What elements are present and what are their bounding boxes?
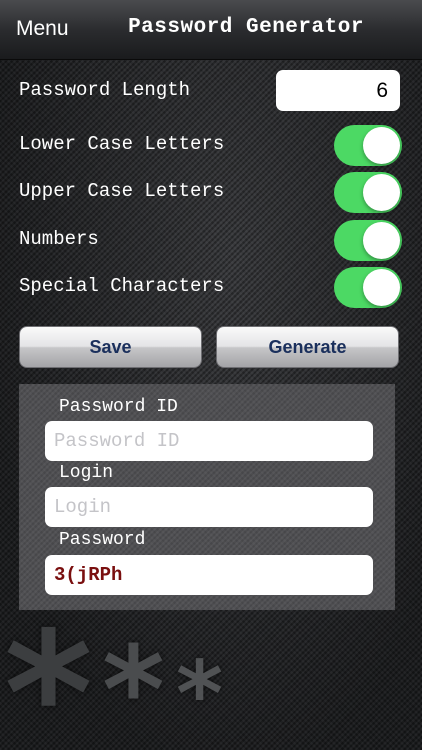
login-label: Login	[59, 463, 114, 483]
save-button[interactable]: Save	[19, 326, 202, 368]
toggle-knob	[363, 222, 400, 259]
special-characters-label: Special Characters	[19, 275, 225, 297]
special-characters-toggle[interactable]	[334, 267, 402, 308]
password-label: Password	[59, 530, 146, 550]
password-length-input[interactable]	[276, 70, 400, 111]
asterisk-icon: *	[4, 596, 93, 750]
toggle-knob	[363, 269, 400, 306]
numbers-toggle[interactable]	[334, 220, 402, 261]
toggle-knob	[363, 174, 400, 211]
asterisk-icon: *	[176, 642, 224, 747]
password-id-input[interactable]	[45, 421, 373, 461]
password-id-label: Password ID	[59, 397, 178, 417]
credentials-panel: Password ID Login Password	[19, 384, 395, 610]
decorative-asterisks: * * *	[0, 610, 422, 750]
lower-case-toggle[interactable]	[334, 125, 402, 166]
password-input[interactable]	[45, 555, 373, 595]
asterisk-icon: *	[102, 622, 165, 750]
password-length-label: Password Length	[19, 79, 191, 101]
login-input[interactable]	[45, 487, 373, 527]
page-title: Password Generator	[128, 16, 364, 39]
generate-button[interactable]: Generate	[216, 326, 399, 368]
lower-case-label: Lower Case Letters	[19, 133, 225, 155]
upper-case-label: Upper Case Letters	[19, 180, 225, 202]
navigation-bar: Menu Password Generator	[0, 0, 422, 60]
toggle-knob	[363, 127, 400, 164]
numbers-label: Numbers	[19, 228, 99, 250]
upper-case-toggle[interactable]	[334, 172, 402, 213]
